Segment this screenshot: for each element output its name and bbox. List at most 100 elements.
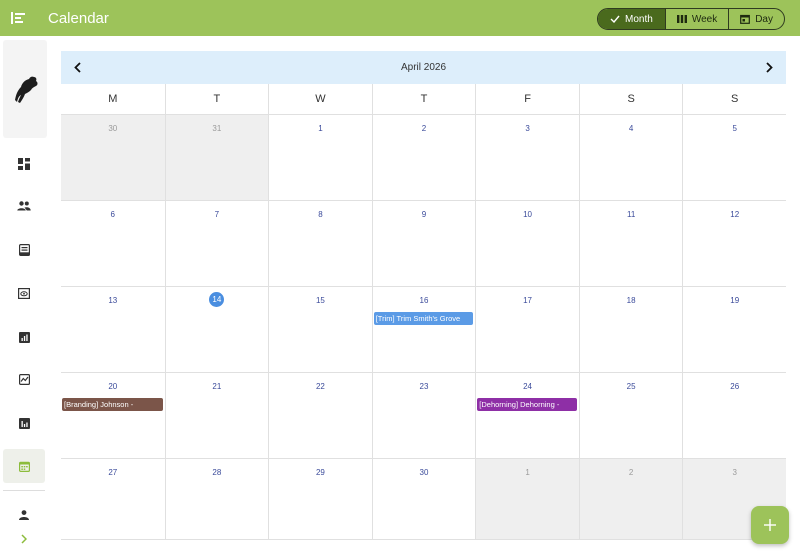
week-view-button[interactable]: Week xyxy=(666,9,730,29)
day-number: 24 xyxy=(523,381,533,391)
day-number: 7 xyxy=(214,209,220,219)
day-cell[interactable]: 27 xyxy=(61,459,165,540)
day-cell[interactable]: 13 xyxy=(61,287,165,373)
menu-button[interactable] xyxy=(0,0,36,36)
day-cell[interactable]: 31 xyxy=(164,115,269,201)
previous-month-button[interactable] xyxy=(61,51,94,84)
view-switcher: Month Week Day xyxy=(597,8,785,30)
day-cell[interactable]: 2 xyxy=(371,115,476,201)
records-icon xyxy=(18,244,30,256)
weekday-label: W xyxy=(268,84,372,115)
day-number: 27 xyxy=(108,467,118,477)
chevron-right-icon xyxy=(766,62,773,73)
day-number: 2 xyxy=(628,467,634,477)
day-cell[interactable]: 16 [Trim] Trim Smith's Grove xyxy=(371,287,476,373)
sidebar-item-calendar[interactable] xyxy=(3,449,45,483)
expand-chevron-icon xyxy=(21,534,27,544)
sidebar-divider xyxy=(3,490,45,491)
sidebar-expand-button[interactable] xyxy=(3,524,45,554)
day-view-icon xyxy=(740,14,751,24)
day-view-button[interactable]: Day xyxy=(729,9,784,29)
day-number: 1 xyxy=(525,467,530,477)
check-icon xyxy=(610,15,620,23)
day-cell[interactable]: 20 [Branding] Johnson - xyxy=(61,373,165,459)
sidebar-item-people[interactable] xyxy=(3,189,45,223)
day-cell[interactable]: 28 xyxy=(164,459,269,540)
day-cell[interactable]: 4 xyxy=(578,115,683,201)
day-cell[interactable]: 26 xyxy=(682,373,786,459)
weekday-label: M xyxy=(61,84,165,115)
day-number: 5 xyxy=(732,123,737,133)
add-event-button[interactable] xyxy=(751,506,789,544)
day-view-label: Day xyxy=(755,13,773,25)
week-view-icon xyxy=(676,15,687,23)
event-chip[interactable]: [Branding] Johnson - xyxy=(62,398,163,411)
day-cell[interactable]: 18 xyxy=(578,287,683,373)
sidebar-item-records[interactable] xyxy=(3,233,45,267)
day-cell[interactable]: 11 xyxy=(578,201,683,287)
day-number: 30 xyxy=(108,123,118,133)
menu-open-icon xyxy=(11,12,25,24)
day-cell[interactable]: 12 xyxy=(682,201,786,287)
preview-icon xyxy=(18,287,30,299)
weekday-label: S xyxy=(682,84,786,115)
day-cell[interactable]: 1 xyxy=(268,115,372,201)
bar-chart-icon xyxy=(18,417,30,429)
day-number: 20 xyxy=(108,381,118,391)
sidebar-item-dashboard[interactable] xyxy=(3,147,45,181)
day-cell[interactable]: 8 xyxy=(268,201,372,287)
sidebar-item-reports[interactable] xyxy=(3,406,45,440)
day-cell-today[interactable]: 14 xyxy=(164,287,269,373)
day-cell[interactable]: 7 xyxy=(164,201,269,287)
day-cell[interactable]: 23 xyxy=(371,373,476,459)
day-cell[interactable]: 6 xyxy=(61,201,165,287)
page-title: Calendar xyxy=(48,9,109,27)
day-cell[interactable]: 22 xyxy=(268,373,372,459)
next-month-button[interactable] xyxy=(753,51,786,84)
week-view-label: Week xyxy=(691,13,718,25)
event-chip[interactable]: [Trim] Trim Smith's Grove xyxy=(373,312,474,325)
day-cell[interactable]: 30 xyxy=(371,459,476,540)
day-number: 10 xyxy=(523,209,533,219)
weekday-label: F xyxy=(475,84,579,115)
day-cell[interactable]: 9 xyxy=(371,201,476,287)
account-icon xyxy=(19,510,29,520)
day-cell[interactable]: 24 [Dehorning] Dehorning - xyxy=(475,373,579,459)
sidebar-item-preview[interactable] xyxy=(3,276,45,310)
day-number: 28 xyxy=(212,467,222,477)
dashboard-icon xyxy=(18,158,30,170)
weekday-label: T xyxy=(371,84,476,115)
day-number: 31 xyxy=(212,123,222,133)
day-cell[interactable]: 29 xyxy=(268,459,372,540)
day-cell[interactable]: 3 xyxy=(475,115,579,201)
day-number: 2 xyxy=(421,123,427,133)
logo[interactable] xyxy=(3,40,47,138)
month-calendar: April 2026 M T W T F S S 30 31 1 2 3 4 5 6 7 8 9 10… xyxy=(61,51,786,540)
analytics-icon xyxy=(18,331,30,343)
day-number: 21 xyxy=(212,381,222,391)
day-number: 11 xyxy=(626,209,636,219)
day-cell[interactable]: 1 xyxy=(475,459,579,540)
day-cell[interactable]: 10 xyxy=(475,201,579,287)
day-cell[interactable]: 17 xyxy=(475,287,579,373)
sidebar-item-analytics[interactable] xyxy=(3,320,45,354)
day-number: 1 xyxy=(318,123,323,133)
day-number: 18 xyxy=(626,295,636,305)
day-cell[interactable]: 21 xyxy=(164,373,269,459)
sidebar xyxy=(0,36,48,554)
event-chip[interactable]: [Dehorning] Dehorning - xyxy=(477,398,577,411)
day-cell[interactable]: 2 xyxy=(578,459,683,540)
day-number: 6 xyxy=(110,209,115,219)
day-cell[interactable]: 15 xyxy=(268,287,372,373)
day-number: 3 xyxy=(732,467,737,477)
sidebar-item-trends[interactable] xyxy=(3,362,45,396)
day-cell[interactable]: 30 xyxy=(61,115,165,201)
day-cell[interactable]: 5 xyxy=(682,115,786,201)
day-cell[interactable]: 25 xyxy=(578,373,683,459)
month-label: April 2026 xyxy=(400,62,447,73)
day-cell[interactable]: 19 xyxy=(682,287,786,373)
day-number: 29 xyxy=(315,467,325,477)
month-view-button[interactable]: Month xyxy=(598,9,666,29)
chevron-left-icon xyxy=(74,62,81,73)
day-number: 4 xyxy=(628,123,634,133)
